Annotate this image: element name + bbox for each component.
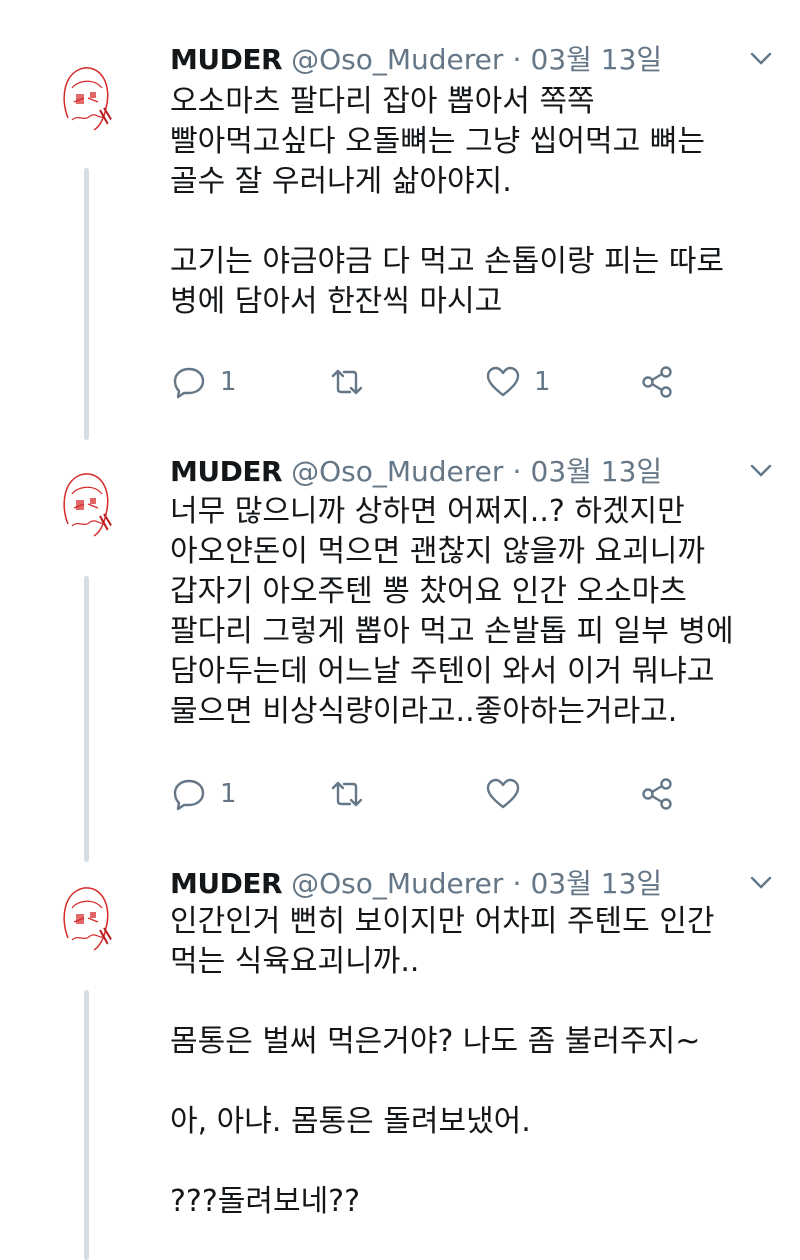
share-icon	[642, 778, 672, 810]
display-name[interactable]: MUDER	[170, 43, 283, 76]
display-name[interactable]: MUDER	[170, 455, 283, 488]
reply-button[interactable]: 1	[172, 774, 237, 814]
separator: ·	[512, 43, 522, 76]
timestamp[interactable]: 03월 13일	[531, 455, 663, 488]
like-count: 1	[534, 367, 551, 397]
retweet-button[interactable]	[330, 774, 378, 814]
timestamp[interactable]: 03월 13일	[531, 43, 663, 76]
handle[interactable]: @Oso_Muderer	[291, 867, 503, 900]
avatar-drawing	[63, 473, 115, 537]
tweet-actions: 1	[170, 774, 700, 814]
avatar[interactable]	[54, 58, 118, 134]
reply-count: 1	[220, 367, 237, 397]
tweet[interactable]: MUDER @Oso_Muderer · 03월 13일 너무 많으니까 상하면…	[0, 450, 800, 862]
retweet-icon	[331, 781, 363, 807]
share-icon	[642, 366, 672, 398]
share-button[interactable]	[640, 774, 674, 814]
separator: ·	[512, 455, 522, 488]
heart-icon	[486, 366, 520, 397]
share-button[interactable]	[640, 362, 674, 402]
thread-line	[84, 576, 89, 862]
reply-count: 1	[220, 779, 237, 809]
avatar[interactable]	[54, 464, 118, 540]
avatar[interactable]	[54, 878, 118, 954]
separator: ·	[512, 867, 522, 900]
display-name[interactable]: MUDER	[170, 867, 283, 900]
heart-icon	[486, 778, 520, 809]
thread-line	[84, 990, 89, 1260]
tweet-text: 인간인거 뻔히 보이지만 어차피 주텐도 인간 먹는 식육요괴니까.. 몸통은 …	[170, 904, 715, 1219]
reply-icon	[173, 367, 205, 399]
reply-button[interactable]: 1	[172, 362, 237, 402]
avatar-drawing	[63, 67, 115, 131]
chevron-down-icon[interactable]	[750, 464, 772, 478]
like-button[interactable]	[486, 774, 534, 814]
handle[interactable]: @Oso_Muderer	[291, 455, 503, 488]
retweet-icon	[331, 369, 363, 395]
tweet[interactable]: MUDER @Oso_Muderer · 03월 13일 오소마츠 팔다리 잡아…	[0, 38, 800, 440]
retweet-button[interactable]	[330, 362, 378, 402]
timestamp[interactable]: 03월 13일	[531, 867, 663, 900]
like-button[interactable]: 1	[486, 362, 551, 402]
tweet-actions: 1 1	[170, 362, 700, 402]
chevron-down-icon[interactable]	[750, 876, 772, 890]
thread-line	[84, 168, 89, 440]
handle[interactable]: @Oso_Muderer	[291, 43, 503, 76]
reply-icon	[173, 779, 205, 811]
tweet-header: MUDER @Oso_Muderer · 03월 13일	[170, 38, 662, 88]
tweet[interactable]: MUDER @Oso_Muderer · 03월 13일 인간인거 뻔히 보이지…	[0, 862, 800, 1260]
chevron-down-icon[interactable]	[750, 52, 772, 66]
avatar-drawing	[63, 887, 115, 951]
tweet-text: 너무 많으니까 상하면 어쩌지..? 하겠지만 아오얀돈이 먹으면 괜찮지 않을…	[170, 494, 734, 729]
tweet-text: 오소마츠 팔다리 잡아 뽑아서 쪽쪽 빨아먹고싶다 오돌뼈는 그냥 씹어먹고 뼈…	[170, 84, 725, 319]
